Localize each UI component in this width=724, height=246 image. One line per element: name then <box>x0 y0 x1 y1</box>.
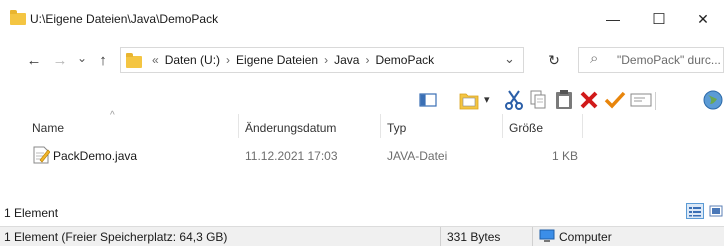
breadcrumb-eigene-dateien[interactable]: Eigene Dateien <box>236 53 318 67</box>
column-divider[interactable] <box>582 114 583 138</box>
address-dropdown-icon[interactable]: ⌄ <box>504 51 515 67</box>
computer-icon <box>539 229 555 246</box>
delete-icon[interactable] <box>577 88 601 112</box>
breadcrumb-daten[interactable]: Daten (U:) <box>165 53 220 67</box>
folder-icon <box>10 10 26 25</box>
forward-button[interactable]: → <box>50 50 70 70</box>
globe-icon[interactable] <box>700 88 724 112</box>
search-icon: ⌕ <box>590 50 599 67</box>
refresh-button[interactable]: ↻ <box>541 47 567 73</box>
breadcrumb-demopack[interactable]: DemoPack <box>375 53 434 67</box>
up-button[interactable]: ↑ <box>93 50 113 70</box>
search-placeholder: "DemoPack" durc... <box>617 53 721 67</box>
back-button[interactable]: ← <box>24 50 44 70</box>
file-type: JAVA-Datei <box>387 149 448 163</box>
breadcrumb-separator[interactable]: › <box>365 53 369 67</box>
column-header-size[interactable]: Größe <box>509 121 543 135</box>
cut-icon[interactable] <box>502 88 526 112</box>
title-bar: U:\Eigene Dateien\Java\DemoPack — ☐ ✕ <box>0 0 724 38</box>
column-header-date[interactable]: Änderungsdatum <box>245 121 336 135</box>
large-icons-view-button[interactable] <box>708 203 724 219</box>
maximize-button[interactable]: ☐ <box>636 6 682 32</box>
status-computer: Computer <box>559 230 612 244</box>
window-title: U:\Eigene Dateien\Java\DemoPack <box>30 12 219 26</box>
column-divider[interactable] <box>502 114 503 138</box>
column-divider[interactable] <box>380 114 381 138</box>
breadcrumb-java[interactable]: Java <box>334 53 359 67</box>
toolbar-divider <box>655 92 656 110</box>
java-file-icon <box>32 146 51 167</box>
column-divider[interactable] <box>238 114 239 138</box>
checkmark-icon[interactable] <box>603 88 627 112</box>
properties-icon[interactable] <box>454 88 484 112</box>
paste-icon[interactable] <box>552 88 576 112</box>
recent-locations-button[interactable]: ⌄ <box>72 48 92 68</box>
details-view-button[interactable] <box>686 203 704 219</box>
status-divider <box>532 227 533 246</box>
view-pane-icon[interactable] <box>416 88 440 112</box>
breadcrumb-separator[interactable]: › <box>324 53 328 67</box>
overflow-chevron-icon[interactable]: « <box>152 53 159 67</box>
sort-ascending-icon: ^ <box>110 110 115 121</box>
status-divider <box>440 227 441 246</box>
item-count: 1 Element <box>4 206 59 220</box>
minimize-button[interactable]: — <box>590 6 636 32</box>
breadcrumb-separator[interactable]: › <box>226 53 230 67</box>
file-name[interactable]: PackDemo.java <box>53 149 137 163</box>
column-header-name[interactable]: Name <box>32 121 64 135</box>
column-header-type[interactable]: Typ <box>387 121 406 135</box>
breadcrumb: « Daten (U:) › Eigene Dateien › Java › DemoPack <box>152 53 440 67</box>
status-bytes: 331 Bytes <box>447 230 501 244</box>
file-size: 1 KB <box>552 149 579 163</box>
copy-icon[interactable] <box>526 88 550 112</box>
status-bar <box>0 200 724 224</box>
close-button[interactable]: ✕ <box>680 6 724 32</box>
status-detail: 1 Element (Freier Speicherplatz: 64,3 GB… <box>4 230 228 244</box>
address-folder-icon <box>126 53 142 68</box>
properties-dropdown-icon[interactable]: ▾ <box>484 93 490 106</box>
file-date: 11.12.2021 17:03 <box>245 149 338 163</box>
rename-icon[interactable] <box>629 88 653 112</box>
